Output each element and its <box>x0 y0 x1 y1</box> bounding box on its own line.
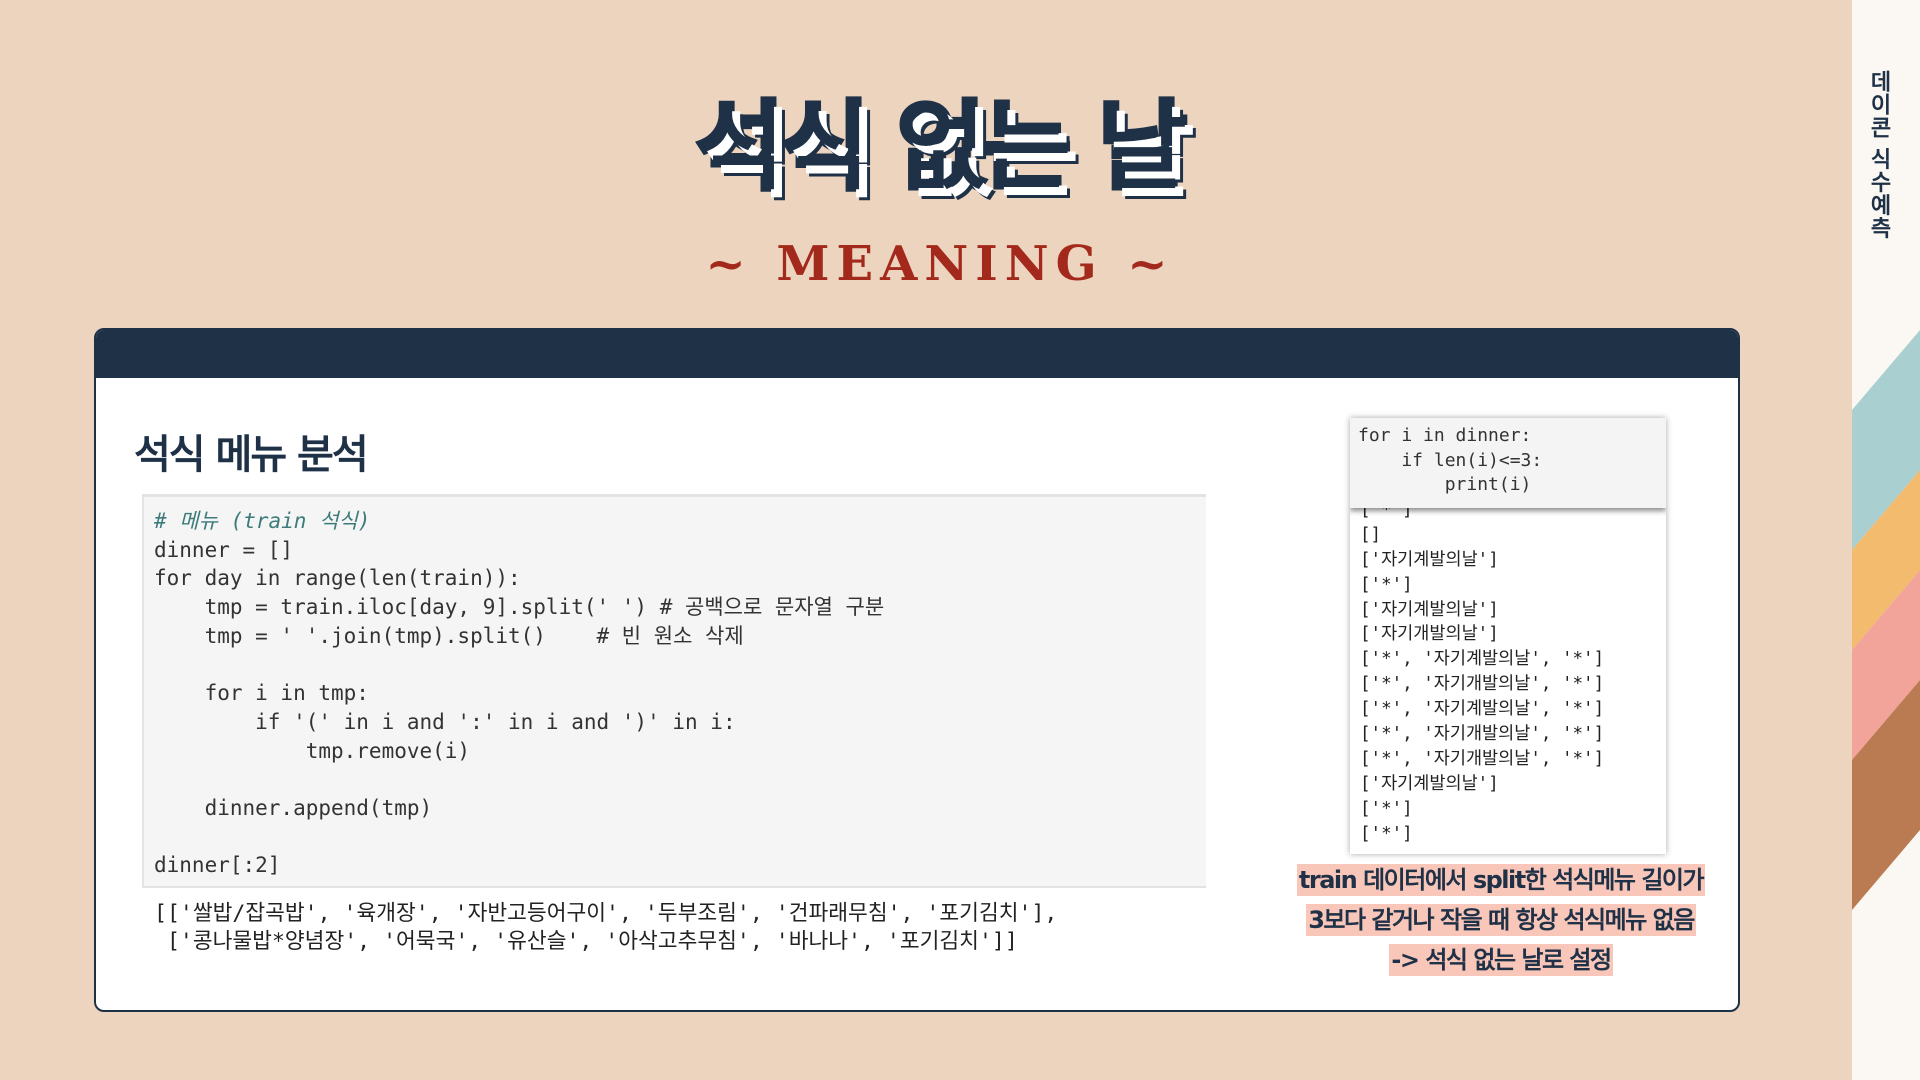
popup-output-line: ['자기계발의날'] <box>1360 773 1499 794</box>
code-line: dinner[:2] <box>154 853 281 878</box>
note-line: 3보다 같거나 작을 때 항상 석식메뉴 없음 <box>1306 904 1696 936</box>
note-line: -> 석식 없는 날로 설정 <box>1389 944 1613 976</box>
popup-output-line: ['*', '자기개발의날', '*'] <box>1360 748 1605 769</box>
card-header-bar <box>96 330 1738 378</box>
popup-code-line: for i in dinner: <box>1358 425 1532 446</box>
code-line: for i in tmp: <box>154 681 369 706</box>
highlight-note: train 데이터에서 split한 석식메뉴 길이가 3보다 같거나 작을 때… <box>1276 864 1726 984</box>
code-line: tmp = ' '.join(tmp).split() # 빈 원소 삭제 <box>154 623 744 648</box>
popup-code-screenshot: for i in dinner: if len(i)<=3: print(i) … <box>1350 418 1666 854</box>
output-line: [['쌀밥/잡곡밥', '육개장', '자반고등어구이', '두부조림', '건… <box>154 901 1058 926</box>
popup-output-line: ['자기계발의날'] <box>1360 549 1499 570</box>
popup-output-line: ['*'] <box>1360 798 1413 819</box>
code-cell: # 메뉴 (train 석식) dinner = [] for day in r… <box>142 494 1206 888</box>
code-line: dinner.append(tmp) <box>154 795 433 820</box>
popup-output-line: ['*'] <box>1360 574 1413 595</box>
popup-output-line: [] <box>1360 524 1382 545</box>
popup-output-line: ['자기계발의날'] <box>1360 599 1499 620</box>
content-card: 석식 메뉴 분석 # 메뉴 (train 석식) dinner = [] for… <box>94 328 1740 1012</box>
popup-code-cell: for i in dinner: if len(i)<=3: print(i) <box>1350 418 1666 508</box>
code-line: tmp = train.iloc[day, 9].split(' ') # 공백… <box>154 595 885 620</box>
popup-output-line: ['*'] <box>1360 823 1413 844</box>
popup-code-line: if len(i)<=3: <box>1358 449 1543 471</box>
code-line: dinner = [] <box>154 537 294 562</box>
code-output: [['쌀밥/잡곡밥', '육개장', '자반고등어구이', '두부조림', '건… <box>154 900 1214 956</box>
note-line: train 데이터에서 split한 석식메뉴 길이가 <box>1296 864 1706 896</box>
popup-code-line: print(i) <box>1358 474 1532 495</box>
section-title: 석식 메뉴 분석 <box>134 432 369 478</box>
code-line: tmp.remove(i) <box>154 738 471 763</box>
code-line: for day in range(len(train)): <box>154 566 521 591</box>
page-subtitle: ~ MEANING ~ <box>705 236 1175 292</box>
popup-output-line: ['*', '자기계발의날', '*'] <box>1360 649 1605 670</box>
popup-output-line: ['*', '자기개발의날', '*'] <box>1360 674 1605 695</box>
popup-output-line: ['*', '자기개발의날', '*'] <box>1360 724 1605 745</box>
popup-output: ['*'] [] ['자기계발의날'] ['*'] ['자기계발의날'] ['자… <box>1360 498 1666 846</box>
popup-output-line: ['자기개발의날'] <box>1360 624 1499 645</box>
page-title: 석식 없는 날 <box>694 90 1189 205</box>
popup-output-line: ['*', '자기계발의날', '*'] <box>1360 699 1605 720</box>
code-line: # 메뉴 (train 석식) <box>154 509 371 533</box>
output-line: ['콩나물밥*양념장', '어묵국', '유산슬', '아삭고추무침', '바나… <box>154 929 1018 954</box>
code-line: if '(' in i and ':' in i and ')' in i: <box>154 709 736 734</box>
